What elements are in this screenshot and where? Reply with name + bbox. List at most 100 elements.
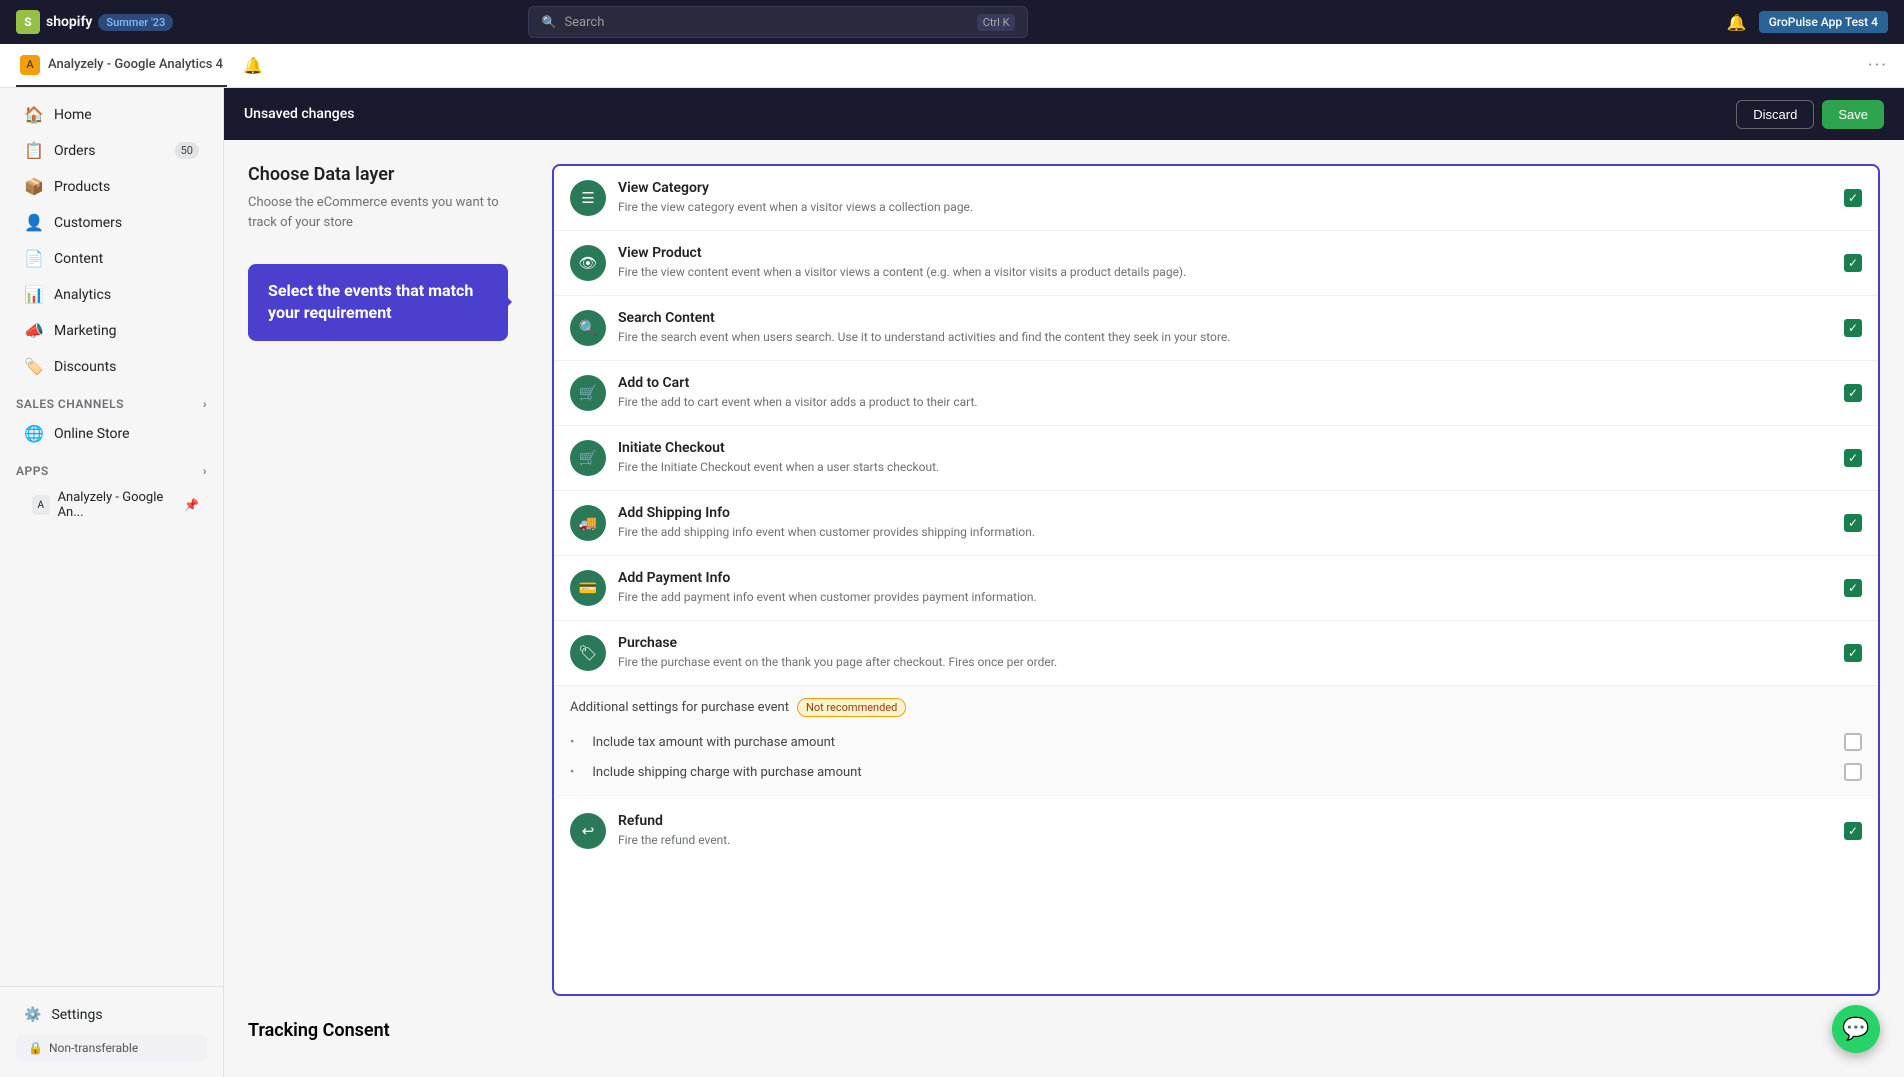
checkbox-view-product[interactable]: ✓ [1844, 254, 1862, 272]
sidebar-item-label: Content [54, 251, 103, 267]
sidebar-item-label: Online Store [54, 426, 130, 442]
tab-bar: A Analyzely - Google Analytics 4 🔔 ··· [0, 44, 1904, 88]
event-info-refund: Refund Fire the refund event. [618, 813, 1832, 849]
lock-icon: 🔒 [28, 1041, 43, 1055]
bell-icon[interactable]: 🔔 [1727, 13, 1747, 32]
checkbox-initiate-checkout[interactable]: ✓ [1844, 449, 1862, 467]
event-icon-search-content: 🔍 [570, 310, 606, 346]
event-desc-view-product: Fire the view content event when a visit… [618, 264, 1832, 281]
shopify-logo-icon: S [16, 10, 40, 34]
event-info-search-content: Search Content Fire the search event whe… [618, 310, 1832, 346]
user-badge[interactable]: GroPulse App Test 4 [1759, 11, 1888, 33]
search-icon: 🔍 [541, 15, 556, 29]
sidebar-nav: 🏠 Home 📋 Orders 50 📦 Products 👤 Customer… [0, 88, 223, 986]
event-icon-add-to-cart: 🛒 [570, 375, 606, 411]
pin-icon[interactable]: 📌 [184, 498, 199, 512]
sidebar-item-customers[interactable]: 👤 Customers [8, 205, 215, 240]
content-icon: 📄 [24, 249, 44, 268]
event-desc-add-to-cart: Fire the add to cart event when a visito… [618, 394, 1832, 411]
apps-expand-icon[interactable]: › [203, 464, 207, 478]
tab-bell-icon[interactable]: 🔔 [243, 56, 263, 75]
checkbox-add-payment-info[interactable]: ✓ [1844, 579, 1862, 597]
search-bar[interactable]: 🔍 Search Ctrl K [528, 6, 1028, 38]
save-button[interactable]: Save [1822, 100, 1884, 129]
unsaved-bar: Unsaved changes Discard Save [224, 88, 1904, 140]
event-row-view-product: 👁 View Product Fire the view content eve… [554, 231, 1878, 296]
sidebar-item-home[interactable]: 🏠 Home [8, 97, 215, 132]
customers-icon: 👤 [24, 213, 44, 232]
section-description: Choose the eCommerce events you want to … [248, 193, 528, 232]
non-transferable-badge: 🔒 Non-transferable [16, 1035, 207, 1061]
event-name-refund: Refund [618, 813, 1832, 829]
checkbox-refund[interactable]: ✓ [1844, 822, 1862, 840]
top-bar-right: 🔔 GroPulse App Test 4 [1727, 11, 1888, 33]
sidebar-item-discounts[interactable]: 🏷️ Discounts [8, 349, 215, 384]
tracking-section: Tracking Consent [224, 1020, 1904, 1077]
sidebar-item-label: Analytics [54, 287, 111, 303]
additional-option-checkbox-0[interactable] [1844, 733, 1862, 751]
analyzely-icon: A [32, 495, 50, 515]
bullet-icon: Include tax amount with purchase amount [592, 735, 835, 750]
event-icon-view-category: ☰ [570, 180, 606, 216]
sidebar-app-label: Analyzely - Google An... [58, 490, 176, 520]
sidebar-item-analytics[interactable]: 📊 Analytics [8, 277, 215, 312]
search-placeholder: Search [564, 15, 604, 30]
sidebar-item-label: Products [54, 179, 110, 195]
event-icon-add-payment-info: 💳 [570, 570, 606, 606]
event-info-add-to-cart: Add to Cart Fire the add to cart event w… [618, 375, 1832, 411]
checkbox-search-content[interactable]: ✓ [1844, 319, 1862, 337]
orders-icon: 📋 [24, 141, 44, 160]
content-area: 🏠 Home 📋 Orders 50 📦 Products 👤 Customer… [0, 88, 1904, 1077]
event-info-add-shipping-info: Add Shipping Info Fire the add shipping … [618, 505, 1832, 541]
sidebar-item-analyzely[interactable]: A Analyzely - Google An... 📌 [8, 483, 215, 527]
additional-option-0: Include tax amount with purchase amount [570, 727, 1862, 757]
tab-more-button[interactable]: ··· [1868, 55, 1888, 76]
settings-label: Settings [51, 1007, 102, 1023]
sidebar-footer: ⚙️ Settings 🔒 Non-transferable [0, 986, 223, 1077]
discard-button[interactable]: Discard [1736, 100, 1814, 129]
additional-option-checkbox-1[interactable] [1844, 763, 1862, 781]
settings-item[interactable]: ⚙️ Settings [8, 999, 215, 1031]
shopify-logo: S shopify Summer '23 [16, 10, 173, 34]
additional-settings-title: Additional settings for purchase event N… [570, 698, 1862, 717]
event-name-initiate-checkout: Initiate Checkout [618, 440, 1832, 456]
page-body: Choose Data layer Choose the eCommerce e… [224, 140, 1904, 1020]
checkbox-add-shipping-info[interactable]: ✓ [1844, 514, 1862, 532]
checkbox-add-to-cart[interactable]: ✓ [1844, 384, 1862, 402]
unsaved-actions: Discard Save [1736, 100, 1884, 129]
chat-button[interactable]: 💬 [1832, 1005, 1880, 1053]
app-tab[interactable]: A Analyzely - Google Analytics 4 [16, 44, 227, 87]
event-name-add-payment-info: Add Payment Info [618, 570, 1832, 586]
orders-badge: 50 [175, 142, 199, 159]
sidebar-item-label: Discounts [54, 359, 116, 375]
tracking-title: Tracking Consent [248, 1020, 1880, 1041]
app-tab-icon: A [20, 55, 40, 75]
sidebar: 🏠 Home 📋 Orders 50 📦 Products 👤 Customer… [0, 88, 224, 1077]
checkbox-view-category[interactable]: ✓ [1844, 189, 1862, 207]
not-recommended-badge: Not recommended [797, 698, 906, 717]
sidebar-item-online-store[interactable]: 🌐 Online Store [8, 416, 215, 451]
event-name-search-content: Search Content [618, 310, 1832, 326]
expand-icon[interactable]: › [203, 397, 207, 411]
sidebar-item-content[interactable]: 📄 Content [8, 241, 215, 276]
additional-options: Include tax amount with purchase amount … [570, 727, 1862, 787]
top-bar: S shopify Summer '23 🔍 Search Ctrl K 🔔 G… [0, 0, 1904, 44]
event-name-view-product: View Product [618, 245, 1832, 261]
section-title: Choose Data layer [248, 164, 528, 185]
events-panel: ☰ View Category Fire the view category e… [552, 164, 1880, 996]
event-name-view-category: View Category [618, 180, 1832, 196]
event-desc-initiate-checkout: Fire the Initiate Checkout event when a … [618, 459, 1832, 476]
event-info-view-category: View Category Fire the view category eve… [618, 180, 1832, 216]
sidebar-item-orders[interactable]: 📋 Orders 50 [8, 133, 215, 168]
sidebar-item-products[interactable]: 📦 Products [8, 169, 215, 204]
event-desc-search-content: Fire the search event when users search.… [618, 329, 1832, 346]
event-desc-view-category: Fire the view category event when a visi… [618, 199, 1832, 216]
event-desc-purchase: Fire the purchase event on the thank you… [618, 654, 1832, 671]
checkbox-purchase[interactable]: ✓ [1844, 644, 1862, 662]
events-list: ☰ View Category Fire the view category e… [554, 166, 1878, 685]
discounts-icon: 🏷️ [24, 357, 44, 376]
event-icon-add-shipping-info: 🚚 [570, 505, 606, 541]
event-info-purchase: Purchase Fire the purchase event on the … [618, 635, 1832, 671]
event-desc-add-payment-info: Fire the add payment info event when cus… [618, 589, 1832, 606]
sidebar-item-marketing[interactable]: 📣 Marketing [8, 313, 215, 348]
